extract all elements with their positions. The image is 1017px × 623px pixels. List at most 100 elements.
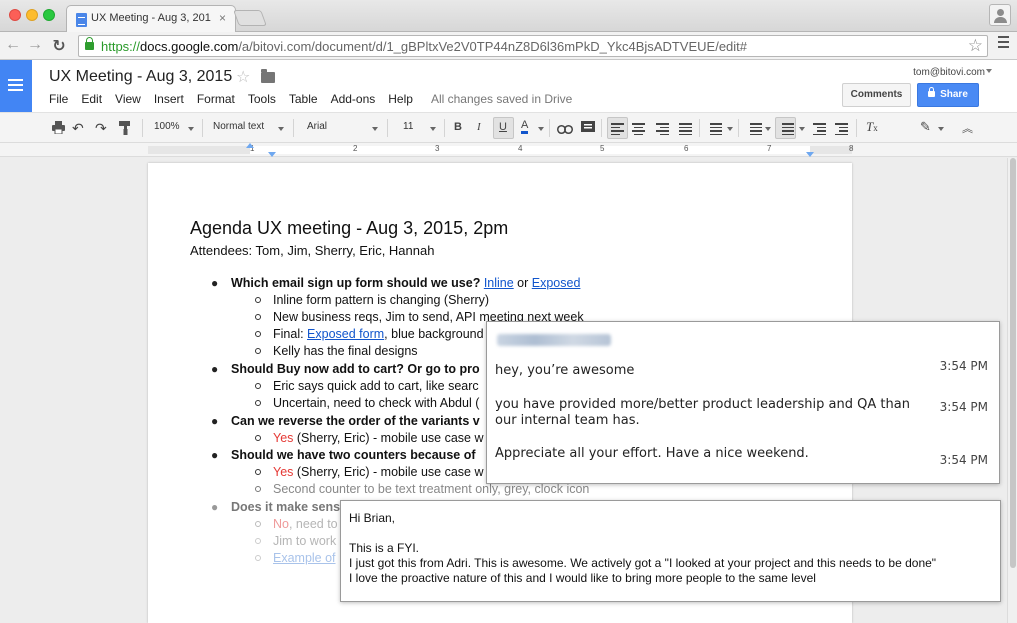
- left-indent-marker[interactable]: [246, 143, 254, 148]
- align-left-icon[interactable]: [611, 123, 625, 137]
- editing-pen-icon[interactable]: ✎: [920, 119, 931, 135]
- attendees-line: Attendees: Tom, Jim, Sherry, Eric, Hanna…: [190, 243, 435, 258]
- ruler-body: [250, 146, 810, 154]
- undo-icon[interactable]: ↶: [72, 120, 84, 137]
- ruler-number: 7: [767, 144, 772, 153]
- reload-icon[interactable]: ↻: [50, 36, 68, 56]
- zoom-window-button[interactable]: [43, 9, 55, 21]
- align-right-icon[interactable]: [656, 123, 670, 137]
- list-item: Final: Exposed form, blue background: [273, 327, 484, 341]
- menu-help[interactable]: Help: [388, 92, 413, 106]
- sub-bullet-icon: [255, 469, 261, 475]
- decrease-indent-icon[interactable]: [813, 123, 827, 137]
- star-icon[interactable]: ☆: [236, 67, 250, 87]
- forward-arrow-icon[interactable]: →: [26, 36, 44, 54]
- browser-tabstrip: UX Meeting - Aug 3, 2015 ×: [0, 0, 1017, 32]
- ruler-number: 4: [518, 144, 523, 153]
- insert-link-icon[interactable]: [557, 123, 573, 137]
- bullet-icon: ●: [211, 276, 219, 290]
- list-item: Example of: [273, 551, 336, 565]
- ruler-number: 2: [353, 144, 358, 153]
- list-item: Kelly has the final designs: [273, 344, 418, 358]
- tab-title: UX Meeting - Aug 3, 2015: [91, 12, 211, 24]
- first-line-indent-marker[interactable]: [268, 152, 276, 157]
- example-link[interactable]: Example of: [273, 551, 336, 565]
- tab-close-icon[interactable]: ×: [219, 11, 226, 25]
- new-tab-button[interactable]: [233, 10, 267, 26]
- font-size-select[interactable]: 11: [403, 121, 413, 132]
- docs-home-icon[interactable]: [0, 60, 32, 112]
- toolbar-divider: [549, 119, 550, 137]
- italic-button[interactable]: I: [477, 121, 481, 133]
- numbered-list-chevron-down-icon: [765, 127, 771, 131]
- comments-button[interactable]: Comments: [842, 83, 911, 107]
- minimize-window-button[interactable]: [26, 9, 38, 21]
- menu-view[interactable]: View: [115, 92, 141, 106]
- redo-icon[interactable]: ↷: [95, 120, 107, 137]
- account-chevron-down-icon[interactable]: [986, 69, 992, 73]
- menu-format[interactable]: Format: [197, 92, 235, 106]
- profile-icon[interactable]: [989, 4, 1011, 26]
- ruler-number: 3: [435, 144, 440, 153]
- exposed-link[interactable]: Exposed: [532, 276, 581, 290]
- bulleted-list-chevron-down-icon: [799, 127, 805, 131]
- text-color-chevron-down-icon: [538, 127, 544, 131]
- bold-button[interactable]: B: [454, 121, 462, 133]
- paint-format-icon[interactable]: [119, 121, 133, 135]
- ruler-left-margin: [148, 146, 250, 154]
- folder-icon[interactable]: [261, 69, 275, 83]
- url-text: https://docs.google.com/a/bitovi.com/doc…: [101, 39, 748, 54]
- url-input[interactable]: https://docs.google.com/a/bitovi.com/doc…: [78, 35, 988, 57]
- list-item: Second counter to be text treatment only…: [273, 482, 590, 496]
- menu-tools[interactable]: Tools: [248, 92, 276, 106]
- address-toolbar: ← → ↻ https://docs.google.com/a/bitovi.c…: [0, 32, 1017, 60]
- style-select[interactable]: Normal text: [213, 121, 264, 132]
- lock-icon: [85, 37, 94, 50]
- chat-message: you have provided more/better product le…: [495, 397, 910, 428]
- right-indent-marker[interactable]: [806, 152, 814, 157]
- inline-link[interactable]: Inline: [484, 276, 514, 290]
- chat-timestamp: 3:54 PM: [939, 400, 988, 414]
- exposed-form-link[interactable]: Exposed form: [307, 327, 384, 341]
- menu-edit[interactable]: Edit: [81, 92, 102, 106]
- email-line: I just got this from Adri. This is aweso…: [349, 556, 937, 570]
- clear-formatting-icon[interactable]: Tx: [866, 119, 878, 135]
- font-select[interactable]: Arial: [307, 121, 327, 132]
- increase-indent-icon[interactable]: [835, 123, 849, 137]
- browser-menu-icon[interactable]: [998, 36, 1009, 48]
- menu-table[interactable]: Table: [289, 92, 318, 106]
- font-size-chevron-down-icon: [430, 127, 436, 131]
- bullet-icon: ●: [211, 362, 219, 376]
- share-button[interactable]: Share: [917, 83, 979, 107]
- user-email[interactable]: tom@bitovi.com: [913, 67, 985, 78]
- menu-addons[interactable]: Add-ons: [331, 92, 376, 106]
- vertical-scrollbar[interactable]: [1007, 158, 1017, 623]
- bullet-icon: ●: [211, 414, 219, 428]
- text-color-button[interactable]: A: [521, 119, 529, 134]
- toolbar-divider: [856, 119, 857, 137]
- document-title[interactable]: UX Meeting - Aug 3, 2015: [49, 68, 232, 86]
- close-window-button[interactable]: [9, 9, 21, 21]
- numbered-list-icon[interactable]: [747, 123, 762, 137]
- bookmark-star-icon[interactable]: ☆: [968, 36, 983, 56]
- underline-button[interactable]: U: [499, 121, 507, 133]
- menu-insert[interactable]: Insert: [154, 92, 184, 106]
- align-justify-icon[interactable]: [679, 123, 693, 137]
- ruler-number: 6: [684, 144, 689, 153]
- browser-tab[interactable]: UX Meeting - Aug 3, 2015 ×: [66, 5, 236, 32]
- collapse-menu-chevron-up-icon[interactable]: ︽: [962, 120, 973, 136]
- bulleted-list-icon[interactable]: [779, 123, 794, 137]
- bullet-icon: ●: [211, 500, 219, 514]
- menu-file[interactable]: File: [49, 92, 68, 106]
- insert-comment-icon[interactable]: [581, 121, 595, 135]
- editing-mode-chevron-down-icon: [938, 127, 944, 131]
- docs-header: UX Meeting - Aug 3, 2015 ☆ File Edit Vie…: [0, 60, 1017, 112]
- back-arrow-icon[interactable]: ←: [4, 36, 22, 54]
- line-spacing-icon[interactable]: [710, 123, 724, 137]
- formatting-toolbar: ↶ ↷ 100% Normal text Arial 11 B I U A Tx…: [0, 112, 1017, 143]
- print-icon[interactable]: [52, 121, 66, 135]
- scrollbar-thumb[interactable]: [1010, 158, 1016, 568]
- align-center-icon[interactable]: [632, 123, 646, 137]
- zoom-select[interactable]: 100%: [154, 121, 180, 132]
- docs-favicon-icon: [76, 13, 87, 27]
